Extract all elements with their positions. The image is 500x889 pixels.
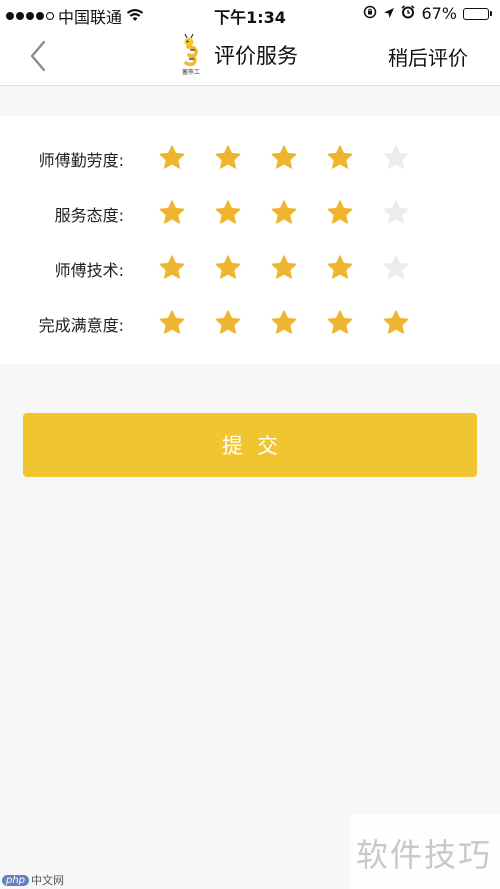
page-title: 评价服务 [214,44,298,68]
php-logo: php 中文网 [2,872,64,888]
star-empty-icon[interactable] [382,144,410,172]
rating-label: 完成满意度: [38,316,124,335]
status-bar: 中国联通 下午1:34 67% [0,0,500,28]
php-site-name: 中文网 [31,874,65,887]
star-filled-icon[interactable] [326,254,354,282]
bee-logo: 蓄熊工 [176,34,206,76]
battery-percent: 67% [421,4,457,23]
star-filled-icon[interactable] [158,144,186,172]
star-filled-icon[interactable] [270,254,298,282]
star-filled-icon[interactable] [270,199,298,227]
star-filled-icon[interactable] [270,144,298,172]
star-rating [158,254,410,282]
php-badge: php [2,874,30,886]
star-filled-icon[interactable] [326,144,354,172]
bee-icon [184,34,198,66]
star-filled-icon[interactable] [214,199,242,227]
orientation-lock-icon [363,4,377,23]
star-filled-icon[interactable] [382,309,410,337]
star-rating [158,309,410,337]
nav-bar: 蓄熊工 评价服务 稍后评价 [0,28,500,86]
logo-caption: 蓄熊工 [181,69,200,76]
star-filled-icon[interactable] [214,144,242,172]
rating-row-diligence: 师傅勤劳度: [0,138,500,178]
location-arrow-icon [383,4,395,23]
status-right: 67% [363,4,492,23]
watermark-text: 软件技巧 [356,836,493,874]
alarm-icon [401,4,415,23]
star-filled-icon[interactable] [326,309,354,337]
rating-label: 师傅技术: [54,261,124,280]
star-filled-icon[interactable] [214,254,242,282]
rate-later-button[interactable]: 稍后评价 [388,42,468,71]
rating-row-skill: 师傅技术: [0,248,500,288]
rating-row-satisfaction: 完成满意度: [0,303,500,343]
chevron-left-icon [30,40,46,72]
star-empty-icon[interactable] [382,199,410,227]
star-rating [158,144,410,172]
battery-icon [463,7,492,20]
star-filled-icon[interactable] [158,254,186,282]
star-filled-icon[interactable] [270,309,298,337]
star-filled-icon[interactable] [214,309,242,337]
nav-title-group: 蓄熊工 评价服务 [176,34,298,76]
rating-panel: 师傅勤劳度: 服务态度: 师傅技术: 完成满意度: [0,116,500,364]
star-rating [158,199,410,227]
star-empty-icon[interactable] [382,254,410,282]
star-filled-icon[interactable] [158,309,186,337]
submit-button[interactable]: 提交 [23,413,477,477]
back-button[interactable] [22,38,56,74]
rating-label: 师傅勤劳度: [38,151,124,170]
star-filled-icon[interactable] [326,199,354,227]
star-filled-icon[interactable] [158,199,186,227]
rating-row-attitude: 服务态度: [0,193,500,233]
rating-label: 服务态度: [54,206,124,225]
